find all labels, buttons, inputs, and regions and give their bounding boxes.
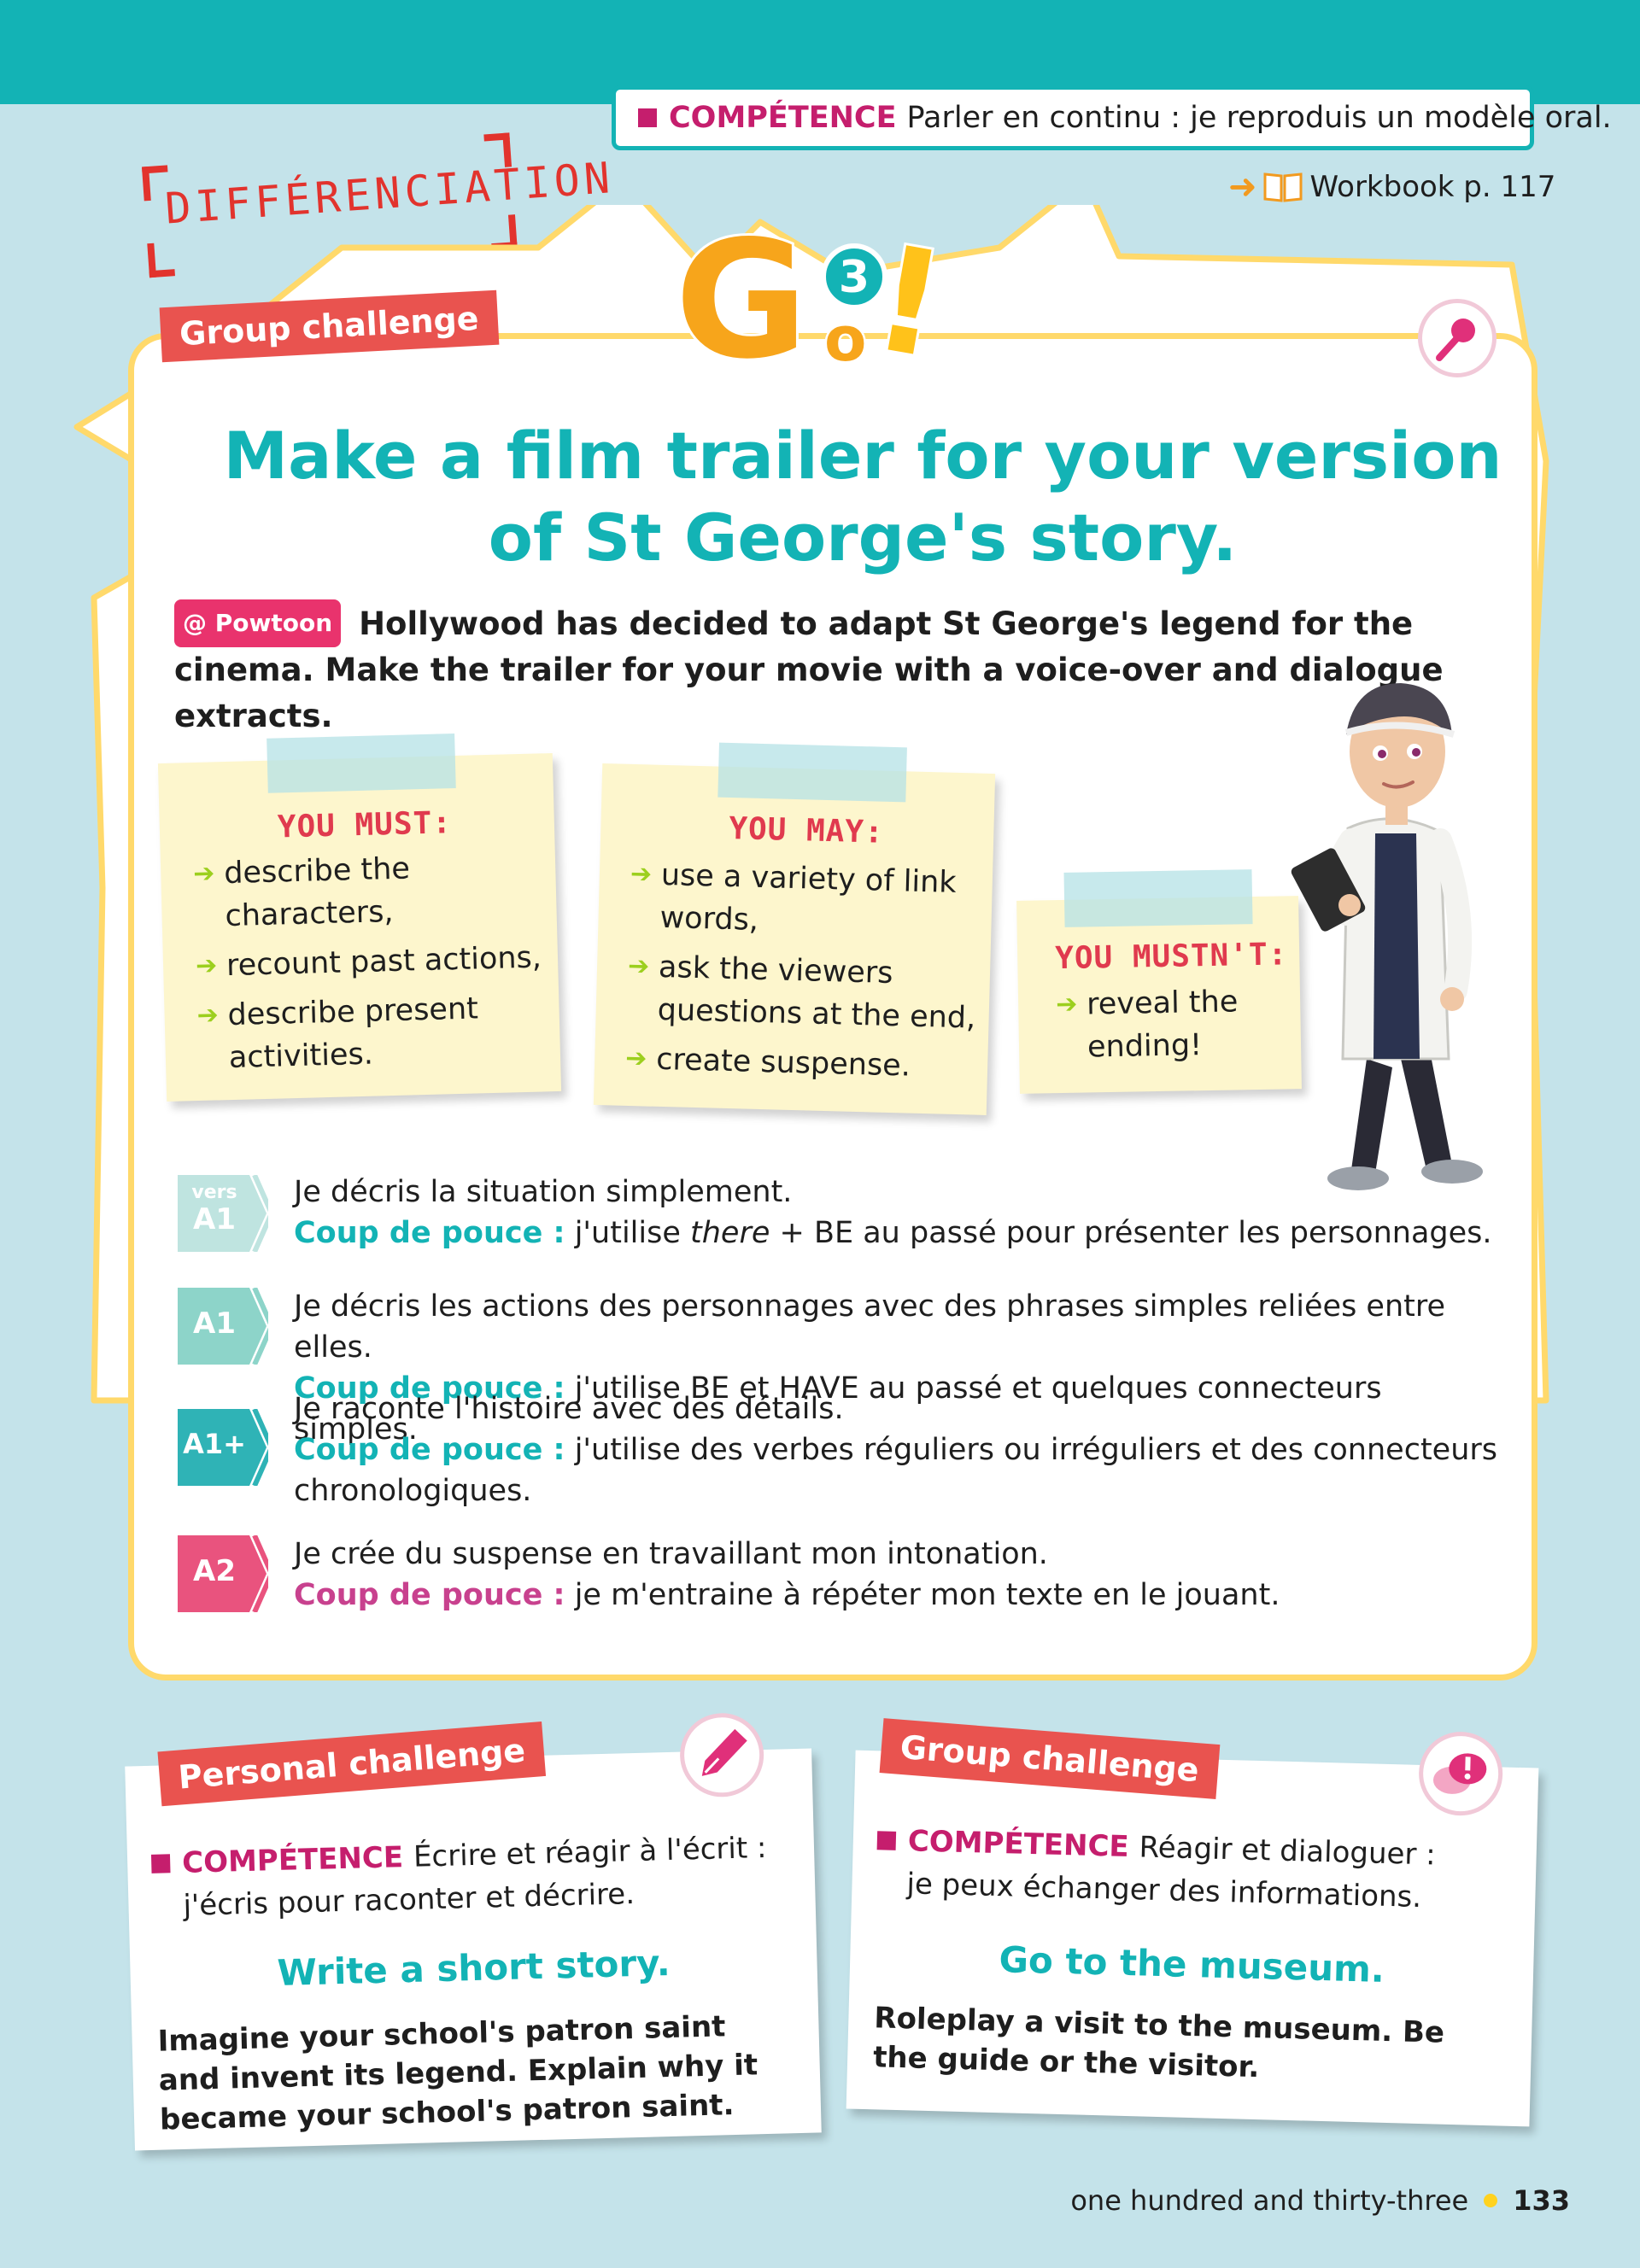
coup-de-pouce: Coup de pouce : j'utilise des verbes rég… [294, 1429, 1507, 1511]
intro-text: Hollywood has decided to adapt St George… [174, 605, 1444, 734]
list-item: use a variety of link words, [629, 853, 981, 948]
list-item: reveal the ending! [1056, 979, 1288, 1069]
competence-text: Parler en continu : je reproduis un modè… [906, 101, 1612, 135]
card-title: Go to the museum. [998, 1938, 1385, 1990]
level-badge-label: A2 [193, 1554, 236, 1588]
tape [718, 742, 907, 803]
level-text: Je crée du suspense en travaillant mon i… [294, 1537, 1048, 1571]
go-logo-number: 3 [839, 252, 870, 303]
level-description: Je décris la situation simplement. Coup … [294, 1172, 1507, 1254]
group-challenge-tag: Group challenge [879, 1718, 1220, 1799]
card-body: Roleplay a visit to the museum. Be the g… [872, 2001, 1445, 2085]
note-you-mustnt: YOU MUSTN'T: reveal the ending! [1016, 869, 1302, 1094]
svg-text:o: o [824, 303, 866, 375]
bullet-square-icon [638, 108, 657, 127]
level-description: Je raconte l'histoire avec des détails. … [294, 1388, 1507, 1511]
boy-with-tablet-illustration [1291, 683, 1483, 1190]
workbook-link[interactable]: ➜ Workbook p. 117 [1228, 167, 1555, 207]
competence-label: COMPÉTENCE [907, 1824, 1130, 1865]
challenge-title: Make a film trailer for your version of … [171, 415, 1555, 579]
speech-badge [1417, 1730, 1504, 1817]
powtoon-badge[interactable]: @ Powtoon [174, 599, 342, 647]
title-line-1: Make a film trailer for your version [223, 418, 1502, 494]
bullet-square-icon [150, 1854, 171, 1873]
list-item: describe the characters, [193, 844, 545, 938]
bullet-dot-icon [1484, 2194, 1498, 2207]
note-you-must: YOU MUST: describe the characters, recou… [157, 734, 562, 1102]
level-text: Je décris les actions des personnages av… [294, 1289, 1446, 1365]
competence-box: COMPÉTENCE Parler en continu : je reprod… [612, 85, 1612, 150]
level-badge-label: A1 [193, 1202, 236, 1236]
svg-text:G: G [675, 206, 808, 377]
book-icon [1263, 172, 1303, 202]
personal-challenge-card: Personal challenge COMPÉTENCE Écrire et r… [125, 1712, 822, 2151]
list-item: describe present activities. [196, 985, 548, 1080]
level-text: Je décris la situation simplement. [294, 1175, 793, 1209]
note-list: reveal the ending! [1056, 979, 1288, 1076]
competence-label: COMPÉTENCE [669, 101, 897, 135]
tape [266, 734, 456, 793]
group-challenge-card: Group challenge COMPÉTENCE Réagir et dial… [846, 1718, 1539, 2127]
workbook-text: Workbook p. 117 [1309, 170, 1556, 204]
speech-bubble-alert-icon [1432, 1753, 1487, 1794]
level-badge-label: A1+ [183, 1428, 246, 1460]
card-competence: COMPÉTENCE Écrire et réagir à l'écrit : j… [150, 1826, 785, 1927]
fountain-pen-icon [701, 1728, 747, 1776]
level-description: Je crée du suspense en travaillant mon i… [294, 1534, 1507, 1616]
bullet-square-icon [876, 1831, 897, 1850]
coup-text-em: there [690, 1216, 770, 1250]
note-list: describe the characters, recount past ac… [193, 844, 549, 1087]
coup-label: Coup de pouce : [294, 1433, 565, 1467]
note-heading: YOU MUST: [277, 805, 453, 845]
coup-de-pouce: Coup de pouce : j'utilise there + BE au … [294, 1213, 1507, 1254]
pen-badge [678, 1712, 765, 1798]
card-title: Write a short story. [276, 1941, 671, 1995]
note-list: use a variety of link words, ask the vie… [624, 853, 981, 1096]
coup-de-pouce: Coup de pouce : je m'entraine à répéter … [294, 1575, 1507, 1616]
coup-label: Coup de pouce : [294, 1578, 565, 1612]
level-badge-top: vers [191, 1182, 237, 1203]
competence-text: Réagir et dialoguer : [1139, 1830, 1437, 1873]
list-item: create suspense. [625, 1038, 976, 1090]
go-logo: G 3 o ! [675, 203, 948, 377]
level-badge-label: A1 [193, 1306, 236, 1341]
level-text: Je raconte l'histoire avec des détails. [294, 1392, 844, 1426]
card-body: Imagine your school's patron saint and i… [157, 2009, 758, 2137]
list-item: recount past actions, [195, 936, 546, 988]
coup-label: Coup de pouce : [294, 1216, 565, 1250]
tape [1063, 869, 1253, 927]
note-heading: YOU MAY: [728, 810, 885, 850]
microphone-badge [1418, 299, 1496, 377]
note-you-may: YOU MAY: use a variety of link words, as… [593, 742, 996, 1115]
competence-label: COMPÉTENCE [181, 1840, 404, 1880]
title-line-2: of St George's story. [488, 500, 1238, 576]
page-number: 133 [1513, 2184, 1570, 2217]
coup-text-pre: j'utilise [574, 1216, 691, 1250]
microphone-icon [1436, 319, 1475, 361]
arrow-right-icon: ➜ [1228, 167, 1257, 207]
page-number-words: one hundred and thirty-three [1070, 2184, 1469, 2217]
personal-challenge-tag: Personal challenge [157, 1721, 547, 1807]
coup-text: je m'entraine à répéter mon texte en le … [574, 1578, 1280, 1612]
list-item: ask the viewers questions at the end, [626, 945, 978, 1040]
coup-text-post: + BE au passé pour présenter les personn… [770, 1216, 1492, 1250]
note-heading: YOU MUSTN'T: [1054, 937, 1288, 977]
page-footer: one hundred and thirty-three 133 [1070, 2184, 1570, 2217]
card-competence: COMPÉTENCE Réagir et dialoguer : je peux … [876, 1819, 1509, 1920]
